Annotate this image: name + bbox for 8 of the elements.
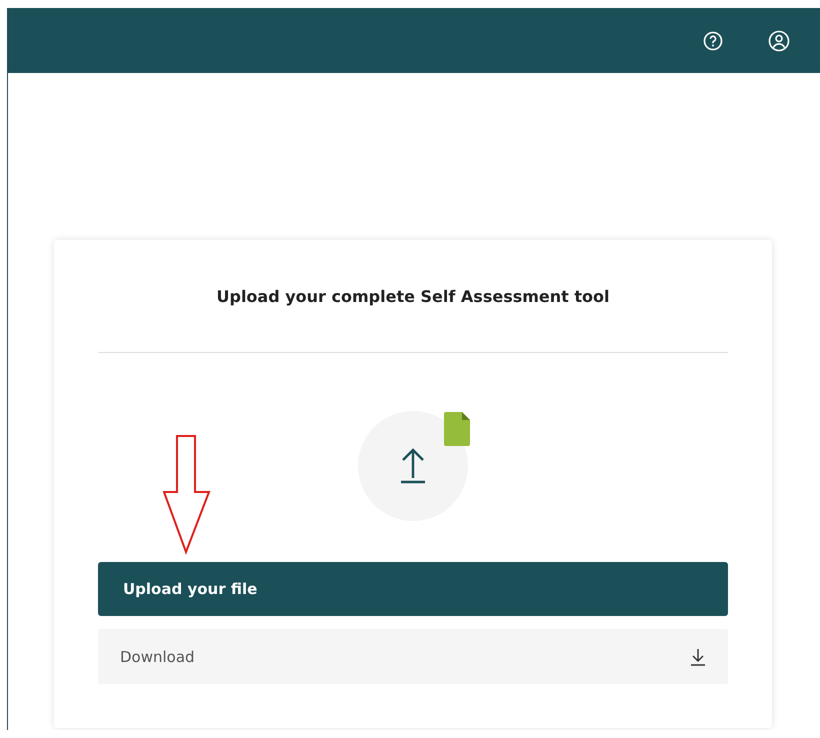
account-icon[interactable] bbox=[768, 30, 790, 52]
card-title: Upload your complete Self Assessment tool bbox=[216, 286, 610, 306]
help-icon[interactable] bbox=[703, 30, 723, 50]
upload-file-button[interactable]: Upload your file bbox=[98, 562, 728, 616]
upload-icon bbox=[400, 448, 426, 484]
download-button[interactable]: Download bbox=[98, 629, 728, 684]
download-icon bbox=[690, 648, 706, 666]
file-icon bbox=[444, 412, 470, 446]
